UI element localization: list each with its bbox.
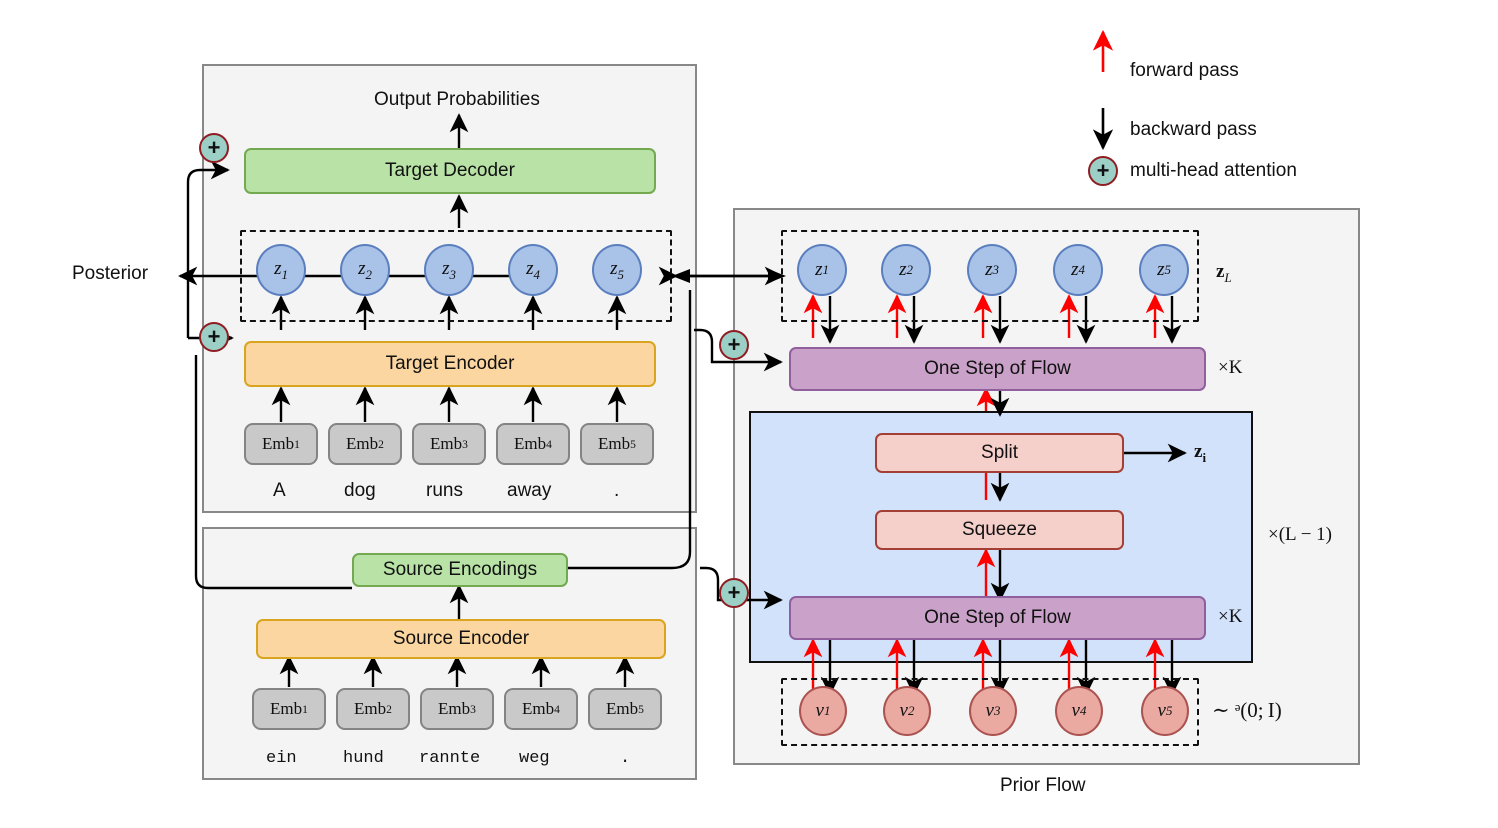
target-token: runs	[426, 480, 463, 501]
noise-distribution-label: ∼ ᵊ(0; I)	[1212, 698, 1282, 722]
source-embedding-box: Emb 3	[420, 688, 494, 730]
latent-node: z2	[340, 244, 390, 296]
flow-bottom-repeat-label: ×K	[1218, 606, 1243, 627]
latents-group-label: zL	[1216, 261, 1232, 285]
legend-attention-label: multi-head attention	[1130, 160, 1297, 181]
prior-latent-node: z2	[881, 244, 931, 296]
level-repeat-label: ×(L − 1)	[1268, 524, 1332, 545]
squeeze-box[interactable]: Squeeze	[875, 510, 1124, 550]
noise-node: v1	[799, 686, 847, 736]
target-embedding-box: Emb 4	[496, 423, 570, 465]
attention-node-flow-bottom[interactable]: +	[719, 578, 749, 608]
target-embedding-box: Emb 3	[412, 423, 486, 465]
legend-forward-label: forward pass	[1130, 60, 1239, 81]
attention-node-encoder[interactable]: +	[199, 322, 229, 352]
source-token: .	[620, 749, 631, 768]
flow-step-bottom-box[interactable]: One Step of Flow	[789, 596, 1206, 640]
panel-link-arrow	[658, 266, 786, 286]
attention-node-decoder[interactable]: +	[199, 133, 229, 163]
latent-node: z3	[424, 244, 474, 296]
noise-node: v4	[1055, 686, 1103, 736]
noise-node: v5	[1141, 686, 1189, 736]
split-box[interactable]: Split	[875, 433, 1124, 473]
latent-label: z5	[610, 257, 624, 282]
latent-node: z4	[508, 244, 558, 296]
target-decoder-box[interactable]: Target Decoder	[244, 148, 656, 194]
flow-top-repeat-label: ×K	[1218, 357, 1243, 378]
prior-latent-node: z3	[967, 244, 1017, 296]
latent-label: z3	[442, 257, 456, 282]
source-embedding-box: Emb 1	[252, 688, 326, 730]
plus-glyph: +	[1096, 158, 1110, 183]
source-encodings-box[interactable]: Source Encodings	[352, 553, 568, 587]
source-token: weg	[519, 749, 550, 768]
source-token: ein	[266, 749, 297, 768]
target-token: away	[507, 480, 552, 501]
legend-backward-label: backward pass	[1130, 119, 1257, 140]
source-embedding-box: Emb 4	[504, 688, 578, 730]
source-embedding-box: Emb 2	[336, 688, 410, 730]
latent-node: z1	[256, 244, 306, 296]
target-token: .	[614, 480, 620, 501]
prior-latent-node: z5	[1139, 244, 1189, 296]
prior-latent-node: z4	[1053, 244, 1103, 296]
source-token: rannte	[419, 749, 481, 768]
noise-node: v3	[969, 686, 1017, 736]
latent-node: z5	[592, 244, 642, 296]
target-embedding-box: Emb 1	[244, 423, 318, 465]
split-output-label: zi	[1194, 441, 1207, 465]
target-token: dog	[344, 480, 376, 501]
source-embedding-box: Emb 5	[588, 688, 662, 730]
prior-latent-node: z1	[797, 244, 847, 296]
latent-label: z4	[526, 257, 540, 282]
flow-step-top-box[interactable]: One Step of Flow	[789, 347, 1206, 391]
noise-node: v2	[883, 686, 931, 736]
target-embedding-box: Emb 2	[328, 423, 402, 465]
target-embedding-box: Emb 5	[580, 423, 654, 465]
source-token: hund	[343, 749, 384, 768]
latent-label: z2	[358, 257, 372, 282]
target-token: A	[273, 480, 286, 501]
legend-attention-icon: +	[1088, 156, 1118, 186]
output-probabilities-label: Output Probabilities	[374, 89, 540, 110]
target-encoder-box[interactable]: Target Encoder	[244, 341, 656, 387]
latent-label: z1	[274, 257, 288, 282]
attention-node-flow-top[interactable]: +	[719, 330, 749, 360]
source-encoder-box[interactable]: Source Encoder	[256, 619, 666, 659]
posterior-label: Posterior	[72, 263, 149, 284]
prior-flow-title: Prior Flow	[1000, 775, 1086, 796]
